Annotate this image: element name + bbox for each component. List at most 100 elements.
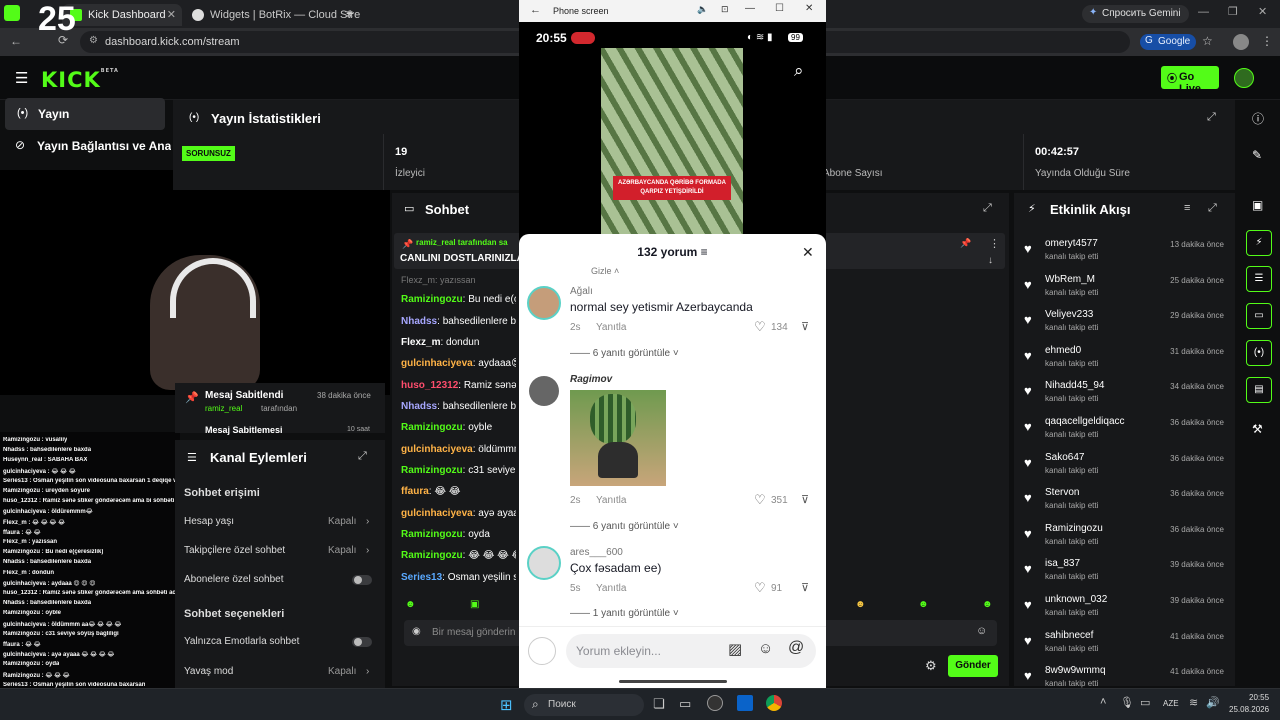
followers-chat-row[interactable]: Takipçilere özel sohbet Kapalı › [184,545,374,556]
chat-settings-icon[interactable]: ⚙ [925,658,937,674]
expand-icon[interactable]: ⤢ [358,450,367,463]
comment-input[interactable]: Yorum ekleyin... ▨ ☺ @ [566,634,816,668]
language-indicator[interactable]: AZE [1163,699,1179,708]
taskbar-search[interactable]: ⌕ Поиск [524,694,644,716]
view-replies[interactable]: —— 6 yanıtı görüntüle ˅ [570,348,679,359]
minimize-icon[interactable]: — [745,3,755,14]
chat-message[interactable]: Flexz_m: dondun [401,337,516,348]
comment-user[interactable]: Ragimov [570,374,612,385]
volume-icon[interactable]: 🔈 [697,4,708,15]
mention-icon[interactable]: @ [788,639,804,657]
heart-icon[interactable]: ♡ [754,492,766,508]
expand-icon[interactable]: ⤢ [983,202,992,215]
app-icon[interactable] [707,695,723,711]
layout-icon[interactable]: ▤ [1246,377,1272,403]
activity-item[interactable]: ♥ isa_837 kanalı takip etti 39 dakika önce [1024,557,1230,592]
chat-message[interactable]: Ramizingozu: c31 seviye s [401,465,516,476]
chat-username[interactable]: Ramizingozu [401,529,463,540]
filter-icon[interactable]: ≡ [1184,202,1190,214]
heart-icon[interactable]: ♡ [754,580,766,596]
activity-item[interactable]: ♥ Nihadd45_94 kanalı takip etti 34 dakika ö… [1024,379,1230,414]
chrome-icon[interactable] [766,695,782,711]
activity-item[interactable]: ♥ unknown_032 kanalı takip etti 39 dakika ö… [1024,593,1230,628]
video-thumbnail[interactable]: AZƏRBAYCANDA QƏRİBƏ FORMADA QARPIZ YETİŞ… [601,48,743,234]
send-button[interactable]: Gönder [948,655,998,677]
activity-item[interactable]: ♥ omeryt4577 kanalı takip etti 13 dakika ön… [1024,237,1230,272]
pin-icon[interactable]: 📌 [960,238,971,249]
activity-item[interactable]: ♥ Stervon kanalı takip etti 36 dakika önce [1024,486,1230,521]
chat-username[interactable]: Flexz_m [401,337,440,348]
activity-item[interactable]: ♥ WbRem_M kanalı takip etti 25 dakika önce [1024,273,1230,308]
maximize-icon[interactable]: ☐ [775,3,784,14]
account-age-row[interactable]: Hesap yaşı Kapalı › [184,516,374,527]
bookmark-star-icon[interactable]: ☆ [1202,34,1213,48]
chat-message[interactable]: Nhadss: bahsedilenlere ba [401,316,516,327]
heart-icon[interactable]: ♡ [754,319,766,335]
sidebar-item-stream-key[interactable]: ⊘ Yayın Bağlantısı ve Anahtarı [5,132,171,160]
sidebar-item-stream[interactable]: (•) Yayın [5,98,165,130]
close-icon[interactable]: ✕ [802,244,814,261]
close-window-icon[interactable]: ✕ [1258,5,1267,18]
chat-username[interactable]: gulcinhaciyeva [401,358,473,369]
volume-icon[interactable]: 🔊 [1206,696,1220,709]
view-replies[interactable]: —— 1 yanıtı görüntüle ˅ [570,608,679,619]
chat-username[interactable]: gulcinhaciyeva [401,444,473,455]
gemini-button[interactable]: ✦ Спросить Gemini [1082,5,1189,23]
chat-message[interactable]: Ramizingozu: oyda [401,529,516,540]
back-icon[interactable]: ← [10,34,22,48]
chat-message[interactable]: gulcinhaciyeva: öldümmm [401,444,516,455]
emoji-icon[interactable]: ☺ [758,640,773,657]
user-avatar[interactable] [1234,68,1254,88]
chat-username[interactable]: Nhadss [401,316,437,327]
filter-icon[interactable]: ≡ [701,245,708,259]
chat-message[interactable]: ffaura: 😂 😂 [401,486,516,497]
expand-icon[interactable]: ⤢ [1207,111,1216,124]
chat-username[interactable]: Ramizingozu [401,422,463,433]
dislike-icon[interactable]: ⊽ [801,320,809,333]
maximize-icon[interactable]: ❐ [1228,5,1238,18]
subscribers-chat-toggle[interactable] [352,575,372,585]
chat-username[interactable]: Series13 [401,572,442,583]
comment-user[interactable]: Ağalı [570,286,593,297]
hide-replies[interactable]: Gizle ˄ [591,266,619,276]
wrench-icon[interactable]: ⚒ [1252,422,1263,436]
chat-message[interactable]: Ramizingozu: oyble [401,422,516,433]
comment-avatar[interactable] [527,546,561,580]
emote-icon[interactable]: ☻ [982,599,993,610]
new-tab-button[interactable]: + [346,5,354,21]
tab-kick-dashboard[interactable]: Kick Dashboard ✕ [62,4,182,26]
windows-start-icon[interactable]: ⊞ [500,696,513,714]
activity-item[interactable]: ♥ Sako647 kanalı takip etti 36 dakika önce [1024,451,1230,486]
google-lens-button[interactable]: G Google [1140,34,1197,50]
reply-button[interactable]: Yanıtla [596,322,626,333]
minimize-icon[interactable]: — [1198,6,1209,18]
kick-logo[interactable]: KICKBETA [41,68,119,92]
chat-username[interactable]: Ramizingozu [401,294,463,305]
chat-username[interactable]: Ramizingozu [401,465,463,476]
info-icon[interactable]: ⓘ [1252,110,1264,127]
edit-icon[interactable]: ✎ [1252,148,1262,162]
file-explorer-icon[interactable]: ▭ [679,696,691,712]
chat-icon[interactable]: ▭ [1246,303,1272,329]
emote-icon[interactable]: ☻ [918,599,929,610]
reply-button[interactable]: Yanıtla [596,583,626,594]
dislike-icon[interactable]: ⊽ [801,581,809,594]
wifi-icon[interactable]: ≋ [1189,696,1198,709]
tab-botrix-widgets[interactable]: Widgets | BotRix — Cloud Strea ✕ [184,4,360,26]
chat-username[interactable]: Ramizingozu [401,550,463,561]
emote-icon[interactable]: ▣ [470,599,479,610]
chevron-down-icon[interactable]: ↓ [988,255,993,266]
comment-avatar[interactable] [529,376,559,406]
close-window-icon[interactable]: ✕ [805,3,813,14]
activity-item[interactable]: ♥ Ramizingozu kanalı takip etti 36 dakika ö… [1024,522,1230,557]
hamburger-menu-icon[interactable]: ☰ [15,69,28,87]
menu-dots-icon[interactable]: ⋮ [1261,34,1273,48]
go-live-button[interactable]: ⦿ Go Live [1161,66,1219,95]
activity-item[interactable]: ♥ ehmed0 kanalı takip etti 31 dakika önce [1024,344,1230,379]
chat-message[interactable]: Series13: Osman yeşilin s [401,572,516,583]
chat-username[interactable]: ffaura [401,486,429,497]
image-icon[interactable]: ▨ [728,640,742,658]
display-icon[interactable]: ▭ [1140,696,1150,709]
activity-item[interactable]: ♥ sahibnecef kanalı takip etti 41 dakika ön… [1024,629,1230,664]
comment-avatar[interactable] [527,286,561,320]
